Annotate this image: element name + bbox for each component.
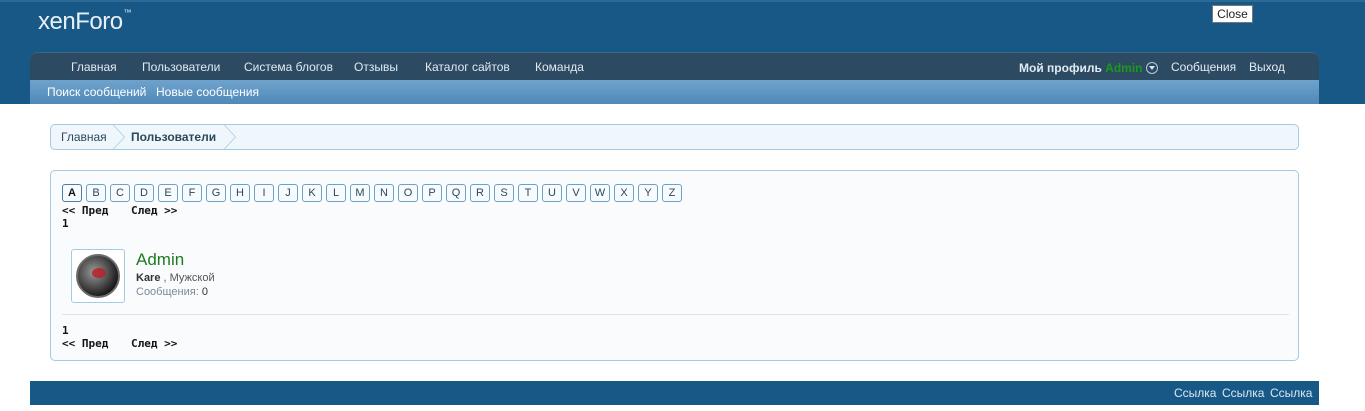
footer-link-1[interactable]: Ссылка [1174, 386, 1216, 400]
letter-filter-c[interactable]: C [110, 184, 130, 202]
pager-current-bottom[interactable]: 1 [62, 324, 69, 337]
letter-filter-z[interactable]: Z [662, 184, 682, 202]
chevron-down-icon[interactable] [1145, 62, 1158, 74]
main-navbar: Главная Пользователи Система блогов Отзы… [30, 52, 1319, 80]
letter-filter-w[interactable]: W [590, 184, 610, 202]
letter-filter-i[interactable]: I [254, 184, 274, 202]
my-profile-label: Мой профиль [1019, 61, 1102, 75]
footer: Ссылка Ссылка Ссылка [30, 381, 1319, 405]
letter-filter-l[interactable]: L [326, 184, 346, 202]
letter-filter-h[interactable]: H [230, 184, 250, 202]
member-stats: Сообщения: 0 [136, 286, 208, 298]
pager-next-bottom[interactable]: След >> [131, 337, 177, 350]
letter-filter-o[interactable]: O [398, 184, 418, 202]
breadcrumb-separator-fill [223, 125, 235, 149]
member-info: Kare , Мужской [136, 272, 215, 284]
profile-username: Admin [1105, 61, 1143, 75]
letter-filter-v[interactable]: V [566, 184, 586, 202]
letter-filter-m[interactable]: M [350, 184, 370, 202]
logo-text: xenForo [38, 8, 123, 35]
footer-link-2[interactable]: Ссылка [1222, 386, 1264, 400]
letter-filter-r[interactable]: R [470, 184, 490, 202]
messages-label: Сообщения: [136, 286, 199, 298]
nav-tab-reviews[interactable]: Отзывы [354, 60, 398, 74]
pager-next-top[interactable]: След >> [131, 204, 177, 217]
breadcrumb: Главная Пользователи [50, 124, 1299, 150]
letter-filter-q[interactable]: Q [446, 184, 466, 202]
site-logo[interactable]: xenForo™ [38, 8, 132, 36]
nav-messages[interactable]: Сообщения [1171, 60, 1236, 74]
breadcrumb-separator-fill [112, 125, 124, 149]
avatar-image [76, 254, 120, 298]
nav-tab-catalog[interactable]: Каталог сайтов [425, 60, 510, 74]
letter-filter-a[interactable]: A [62, 184, 82, 202]
letter-filter-g[interactable]: G [206, 184, 226, 202]
member-title: Kare [136, 272, 161, 284]
nav-tab-blogs[interactable]: Система блогов [244, 60, 333, 74]
pager-prev-top[interactable]: << Пред [62, 204, 108, 217]
nav-my-profile[interactable]: Мой профиль Admin [1019, 60, 1158, 75]
breadcrumb-home[interactable]: Главная [61, 125, 107, 149]
letter-filter-e[interactable]: E [158, 184, 178, 202]
letter-filter-x[interactable]: X [614, 184, 634, 202]
logo-trademark: ™ [123, 8, 132, 17]
letter-filter-n[interactable]: N [374, 184, 394, 202]
pager-current-top[interactable]: 1 [62, 217, 69, 230]
nav-logout[interactable]: Выход [1249, 60, 1285, 74]
letter-filter-b[interactable]: B [86, 184, 106, 202]
close-button[interactable]: Close [1212, 5, 1253, 23]
avatar[interactable] [71, 249, 125, 303]
nav-tab-members[interactable]: Пользователи [142, 60, 220, 74]
member-gender: , Мужской [163, 272, 215, 284]
letter-filter-p[interactable]: P [422, 184, 442, 202]
nav-tab-home[interactable]: Главная [71, 60, 117, 74]
member-item: Admin Kare , Мужской Сообщения: 0 [71, 249, 1271, 305]
footer-link-3[interactable]: Ссылка [1270, 386, 1312, 400]
subnav-search-posts[interactable]: Поиск сообщений [47, 85, 146, 99]
nav-tab-team[interactable]: Команда [535, 60, 584, 74]
sub-navbar: Поиск сообщений Новые сообщения [30, 80, 1319, 104]
letter-filter-j[interactable]: J [278, 184, 298, 202]
letter-filter-d[interactable]: D [134, 184, 154, 202]
subnav-new-posts[interactable]: Новые сообщения [156, 85, 259, 99]
letter-filter-t[interactable]: T [518, 184, 538, 202]
letter-filter-s[interactable]: S [494, 184, 514, 202]
breadcrumb-current: Пользователи [131, 130, 217, 144]
messages-count: 0 [201, 286, 208, 298]
pager-prev-bottom[interactable]: << Пред [62, 337, 108, 350]
member-name[interactable]: Admin [136, 250, 184, 270]
members-list-box: ABCDEFGHIJKLMNOPQRSTUVWXYZ << Пред След … [50, 170, 1299, 361]
divider [62, 314, 1289, 315]
letter-filter-k[interactable]: K [302, 184, 322, 202]
letter-filter-y[interactable]: Y [638, 184, 658, 202]
bottom-strip [30, 405, 1319, 411]
letter-filter-f[interactable]: F [182, 184, 202, 202]
letter-filter-u[interactable]: U [542, 184, 562, 202]
